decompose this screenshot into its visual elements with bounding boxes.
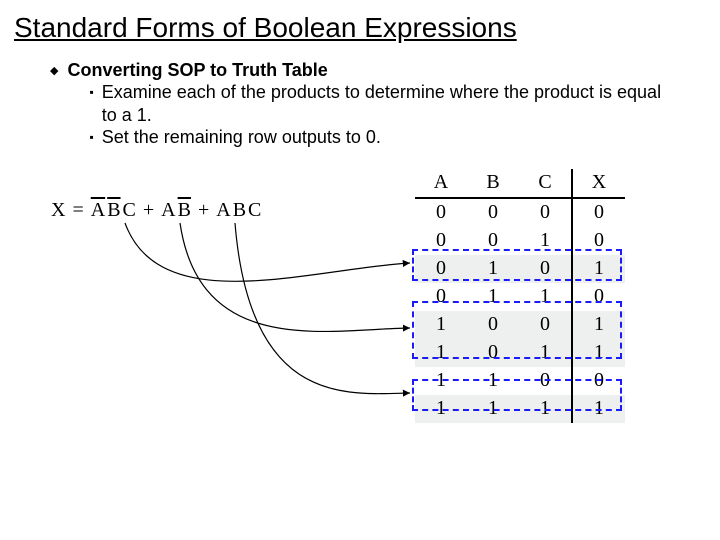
eq-eq: = xyxy=(71,199,84,222)
table-row: 1011 xyxy=(415,339,625,367)
sub-bullet-1: Examine each of the products to determin… xyxy=(102,81,680,126)
th-c: C xyxy=(519,169,572,198)
eq-t1-c: C xyxy=(122,199,137,222)
table-row: 1100 xyxy=(415,367,625,395)
truth-table: A B C X 0000 0010 0101 0110 1001 1011 11… xyxy=(415,169,625,423)
square-bullet-icon: ▪ xyxy=(89,126,93,149)
eq-t2-b: B xyxy=(177,199,192,222)
th-x: X xyxy=(572,169,625,198)
eq-t3-c: C xyxy=(247,199,262,222)
diamond-bullet-icon: ◆ xyxy=(50,60,57,82)
page-title: Standard Forms of Boolean Expressions xyxy=(0,0,720,50)
table-row: 1111 xyxy=(415,395,625,423)
table-row: 0000 xyxy=(415,198,625,227)
square-bullet-icon: ▪ xyxy=(89,81,93,126)
eq-t1-b: B xyxy=(106,199,121,222)
table-row: 1001 xyxy=(415,311,625,339)
th-b: B xyxy=(467,169,519,198)
eq-lhs: X xyxy=(50,199,66,222)
eq-t2-a: A xyxy=(160,199,176,222)
sub-bullet-2: Set the remaining row outputs to 0. xyxy=(102,126,381,149)
eq-t3-a: A xyxy=(215,199,231,222)
table-row: 0101 xyxy=(415,255,625,283)
figure-area: X = ABC + AB + ABC A B C X 0000 0010 010… xyxy=(50,179,680,459)
table-row: 0010 xyxy=(415,227,625,255)
slide-content: ◆ Converting SOP to Truth Table ▪ Examin… xyxy=(0,50,720,459)
eq-t3-b: B xyxy=(232,199,247,222)
table-row: 0110 xyxy=(415,283,625,311)
eq-plus-2: + xyxy=(197,199,210,222)
section-heading: Converting SOP to Truth Table xyxy=(67,60,680,81)
boolean-equation: X = ABC + AB + ABC xyxy=(50,199,262,222)
eq-plus-1: + xyxy=(142,199,155,222)
th-a: A xyxy=(415,169,467,198)
eq-t1-a: A xyxy=(90,199,106,222)
